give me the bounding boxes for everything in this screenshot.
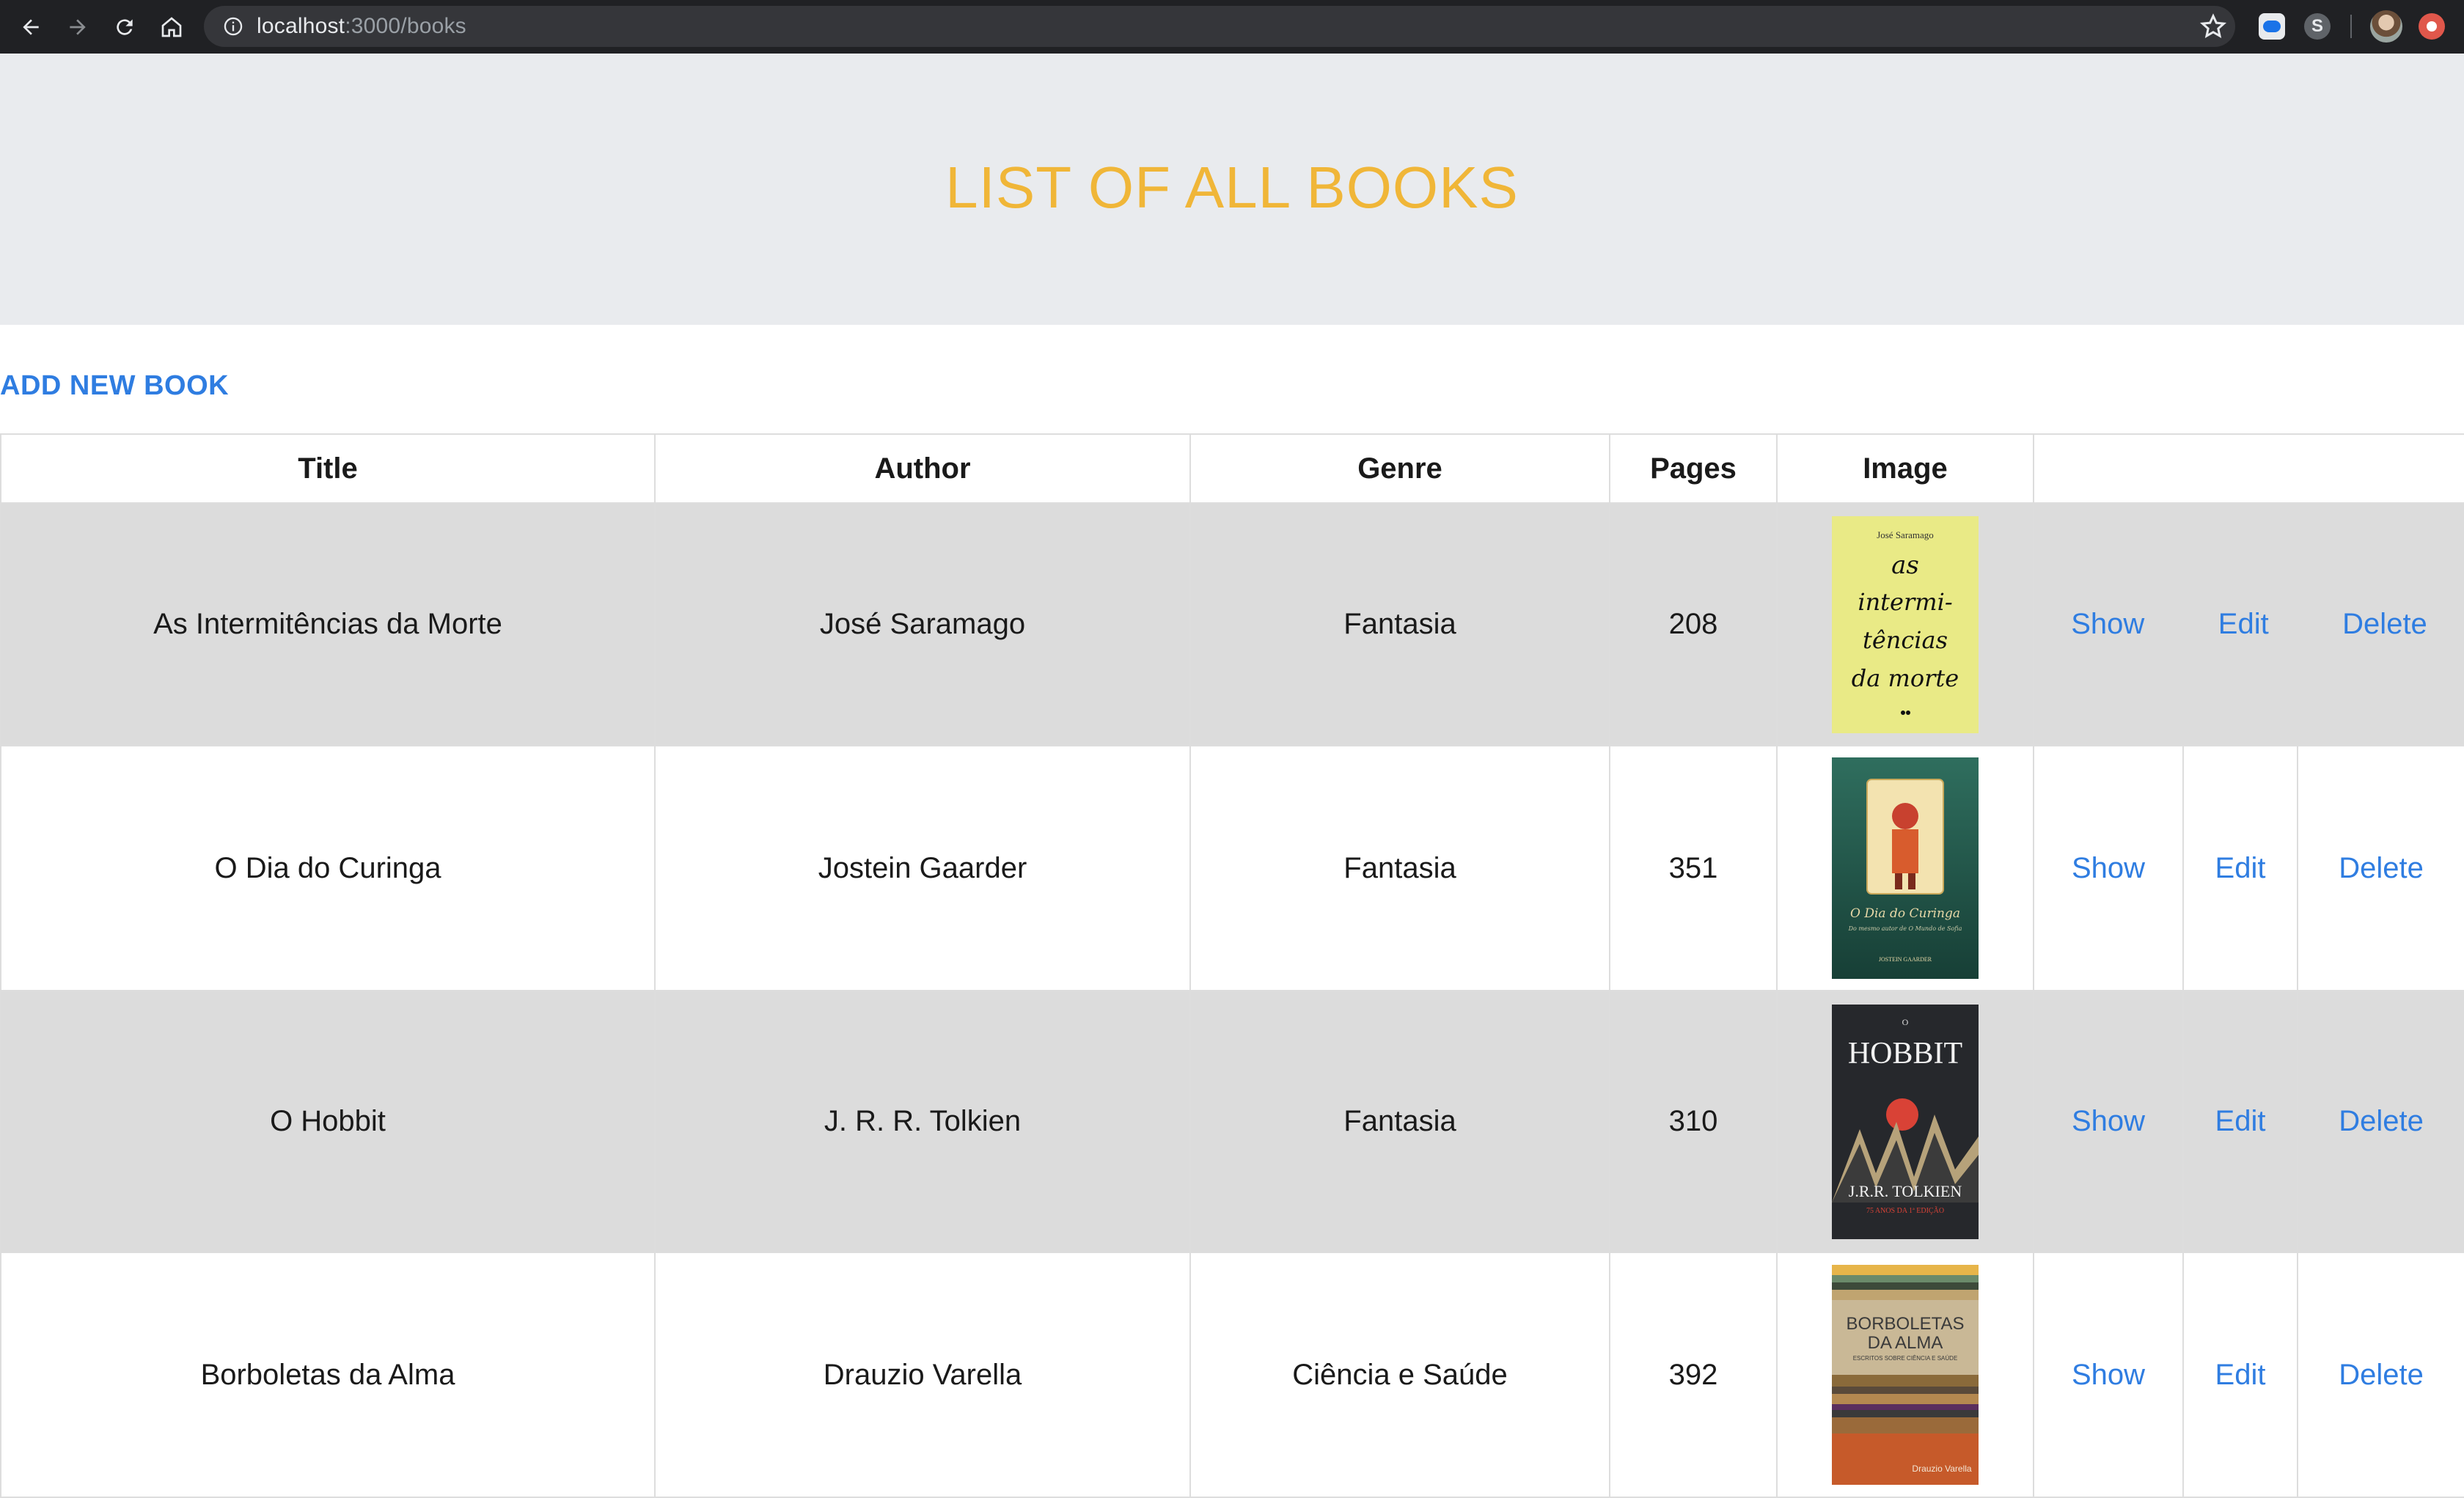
record-extension-icon[interactable] <box>2419 13 2445 40</box>
cell-delete: Delete <box>2296 990 2464 1253</box>
svg-text:J.R.R. TOLKIEN: J.R.R. TOLKIEN <box>1849 1182 1962 1200</box>
book-cover-image: O HOBBIT J.R.R. TOLKIEN 75 ANOS DA 1ª ED… <box>1832 1004 1979 1239</box>
show-link[interactable]: Show <box>2071 608 2144 641</box>
cell-image: José Saramago as intermi- tências da mor… <box>1776 502 2034 746</box>
svg-text:Do mesmo autor de O Mundo de S: Do mesmo autor de O Mundo de Sofia <box>1848 925 1962 932</box>
delete-link[interactable]: Delete <box>2339 1105 2424 1137</box>
page-title: LIST OF ALL BOOKS <box>945 155 1519 220</box>
cell-author: José Saramago <box>654 502 1191 746</box>
cell-delete: Delete <box>2296 745 2464 991</box>
page-header: LIST OF ALL BOOKS <box>0 54 2464 325</box>
star-icon[interactable] <box>2199 12 2228 41</box>
edit-link[interactable]: Edit <box>2218 608 2269 641</box>
cell-image: O Dia do Curinga Do mesmo autor de O Mun… <box>1776 745 2034 991</box>
svg-text:ESCRITOS SOBRE CIÊNCIA E SAÚDE: ESCRITOS SOBRE CIÊNCIA E SAÚDE <box>1853 1355 1958 1362</box>
header-genre: Genre <box>1189 433 1610 504</box>
url-text: localhost:3000/books <box>257 14 466 38</box>
books-table: Title Author Genre Pages Image As Interm… <box>0 433 2464 1498</box>
svg-text:BORBOLETAS: BORBOLETAS <box>1847 1314 1965 1334</box>
svg-text:intermi-: intermi- <box>1858 588 1952 616</box>
svg-text:as: as <box>1891 551 1919 580</box>
table-header-row: Title Author Genre Pages Image <box>0 433 2464 504</box>
profile-avatar[interactable] <box>2370 10 2402 43</box>
browser-toolbar: localhost:3000/books S <box>0 0 2464 54</box>
cell-genre: Fantasia <box>1189 990 1610 1253</box>
cell-image: BORBOLETAS DA ALMA ESCRITOS SOBRE CIÊNCI… <box>1776 1252 2034 1498</box>
header-title: Title <box>0 433 656 504</box>
cell-author: J. R. R. Tolkien <box>654 990 1191 1253</box>
cell-edit: Edit <box>2182 990 2298 1253</box>
back-arrow-icon[interactable] <box>15 11 47 43</box>
toolbar-divider <box>2350 15 2352 38</box>
delete-link[interactable]: Delete <box>2339 1359 2424 1391</box>
table-row: O Dia do Curinga Jostein Gaarder Fantasi… <box>0 745 2464 991</box>
edit-link[interactable]: Edit <box>2215 1359 2266 1391</box>
delete-link[interactable]: Delete <box>2342 608 2427 641</box>
cell-pages: 310 <box>1609 990 1778 1253</box>
header-actions <box>2032 433 2464 504</box>
cell-edit: Edit <box>2182 1252 2298 1498</box>
svg-text:HOBBIT: HOBBIT <box>1848 1037 1962 1071</box>
delete-link[interactable]: Delete <box>2339 852 2424 884</box>
show-link[interactable]: Show <box>2072 1105 2145 1137</box>
header-image: Image <box>1776 433 2034 504</box>
cell-genre: Fantasia <box>1189 502 1610 746</box>
show-link[interactable]: Show <box>2072 1359 2145 1391</box>
cell-genre: Ciência e Saúde <box>1189 1252 1610 1498</box>
header-author: Author <box>654 433 1191 504</box>
address-bar[interactable]: localhost:3000/books <box>204 6 2235 47</box>
svg-text:DA ALMA: DA ALMA <box>1868 1333 1943 1353</box>
cell-show: Show <box>2033 745 2184 991</box>
cell-author: Jostein Gaarder <box>654 745 1191 991</box>
svg-text:O: O <box>1902 1017 1909 1027</box>
cell-title: As Intermitências da Morte <box>0 502 656 746</box>
edit-link[interactable]: Edit <box>2215 1105 2266 1137</box>
cell-pages: 208 <box>1609 502 1778 746</box>
cell-delete: Delete <box>2296 1252 2464 1498</box>
home-icon[interactable] <box>155 11 188 43</box>
cell-genre: Fantasia <box>1189 745 1610 991</box>
cell-show: Show <box>2033 990 2184 1253</box>
book-cover-image: O Dia do Curinga Do mesmo autor de O Mun… <box>1832 757 1979 979</box>
header-pages: Pages <box>1609 433 1778 504</box>
reload-icon[interactable] <box>109 11 141 43</box>
cell-pages: 351 <box>1609 745 1778 991</box>
table-row: Borboletas da Alma Drauzio Varella Ciênc… <box>0 1252 2464 1498</box>
table-row: O Hobbit J. R. R. Tolkien Fantasia 310 O… <box>0 990 2464 1253</box>
cell-actions: Show Edit Delete <box>2032 502 2464 746</box>
cloud-extension-icon[interactable] <box>2259 13 2285 40</box>
svg-text:tências: tências <box>1863 626 1948 654</box>
forward-arrow-icon[interactable] <box>62 11 94 43</box>
edit-link[interactable]: Edit <box>2215 852 2266 884</box>
add-new-book-link[interactable]: ADD NEW BOOK <box>0 370 229 402</box>
cell-pages: 392 <box>1609 1252 1778 1498</box>
show-link[interactable]: Show <box>2072 852 2145 884</box>
info-icon[interactable] <box>223 16 243 37</box>
cell-title: Borboletas da Alma <box>0 1252 656 1498</box>
cell-edit: Edit <box>2182 745 2298 991</box>
cell-title: O Dia do Curinga <box>0 745 656 991</box>
cell-image: O HOBBIT J.R.R. TOLKIEN 75 ANOS DA 1ª ED… <box>1776 990 2034 1253</box>
book-cover-image: BORBOLETAS DA ALMA ESCRITOS SOBRE CIÊNCI… <box>1832 1265 1979 1485</box>
svg-text:Drauzio Varella: Drauzio Varella <box>1912 1464 1971 1474</box>
s-extension-icon[interactable]: S <box>2304 13 2331 40</box>
cell-author: Drauzio Varella <box>654 1252 1191 1498</box>
svg-text:O Dia do Curinga: O Dia do Curinga <box>1850 906 1960 921</box>
svg-text:da morte: da morte <box>1852 664 1959 692</box>
cell-show: Show <box>2033 1252 2184 1498</box>
svg-text:JOSTEIN GAARDER: JOSTEIN GAARDER <box>1879 956 1932 963</box>
table-row: As Intermitências da Morte José Saramago… <box>0 502 2464 746</box>
svg-text:75 ANOS DA 1ª EDIÇÃO: 75 ANOS DA 1ª EDIÇÃO <box>1866 1206 1944 1215</box>
svg-text:José Saramago: José Saramago <box>1877 529 1934 540</box>
cell-title: O Hobbit <box>0 990 656 1253</box>
book-cover-image: José Saramago as intermi- tências da mor… <box>1832 515 1979 733</box>
